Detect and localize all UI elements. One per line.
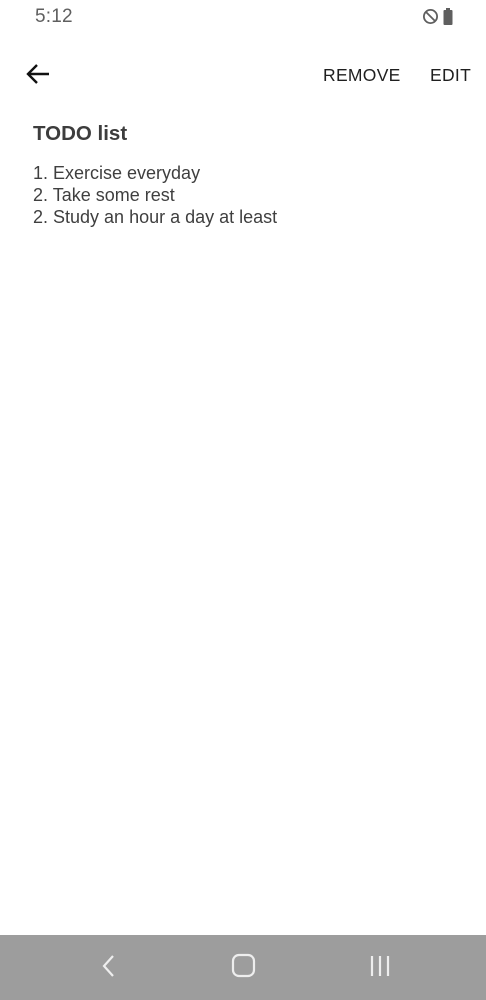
- back-button[interactable]: [20, 60, 56, 92]
- nav-back-icon: [101, 953, 117, 984]
- do-not-disturb-icon: [422, 8, 439, 25]
- app-bar: REMOVE EDIT: [0, 50, 486, 102]
- note-line: 1. Exercise everyday: [33, 163, 201, 183]
- nav-recents-icon: [368, 953, 394, 984]
- status-bar: 5:12: [0, 0, 486, 34]
- nav-back-button[interactable]: [91, 951, 127, 985]
- battery-icon: [443, 8, 453, 25]
- note-body: 1. Exercise everyday 2. Take some rest 2…: [33, 162, 277, 228]
- nav-recents-button[interactable]: [363, 951, 399, 985]
- edit-button[interactable]: EDIT: [430, 65, 471, 86]
- note-line: 2. Study an hour a day at least: [33, 207, 278, 227]
- status-icons: [422, 8, 453, 25]
- note-line: 2. Take some rest: [33, 185, 175, 205]
- nav-home-button[interactable]: [226, 951, 262, 985]
- note-title: TODO list: [33, 122, 128, 145]
- arrow-back-icon: [25, 62, 51, 91]
- remove-button[interactable]: REMOVE: [323, 65, 401, 86]
- nav-home-icon: [231, 953, 257, 984]
- navigation-bar: [0, 935, 486, 1000]
- status-time: 5:12: [35, 6, 73, 27]
